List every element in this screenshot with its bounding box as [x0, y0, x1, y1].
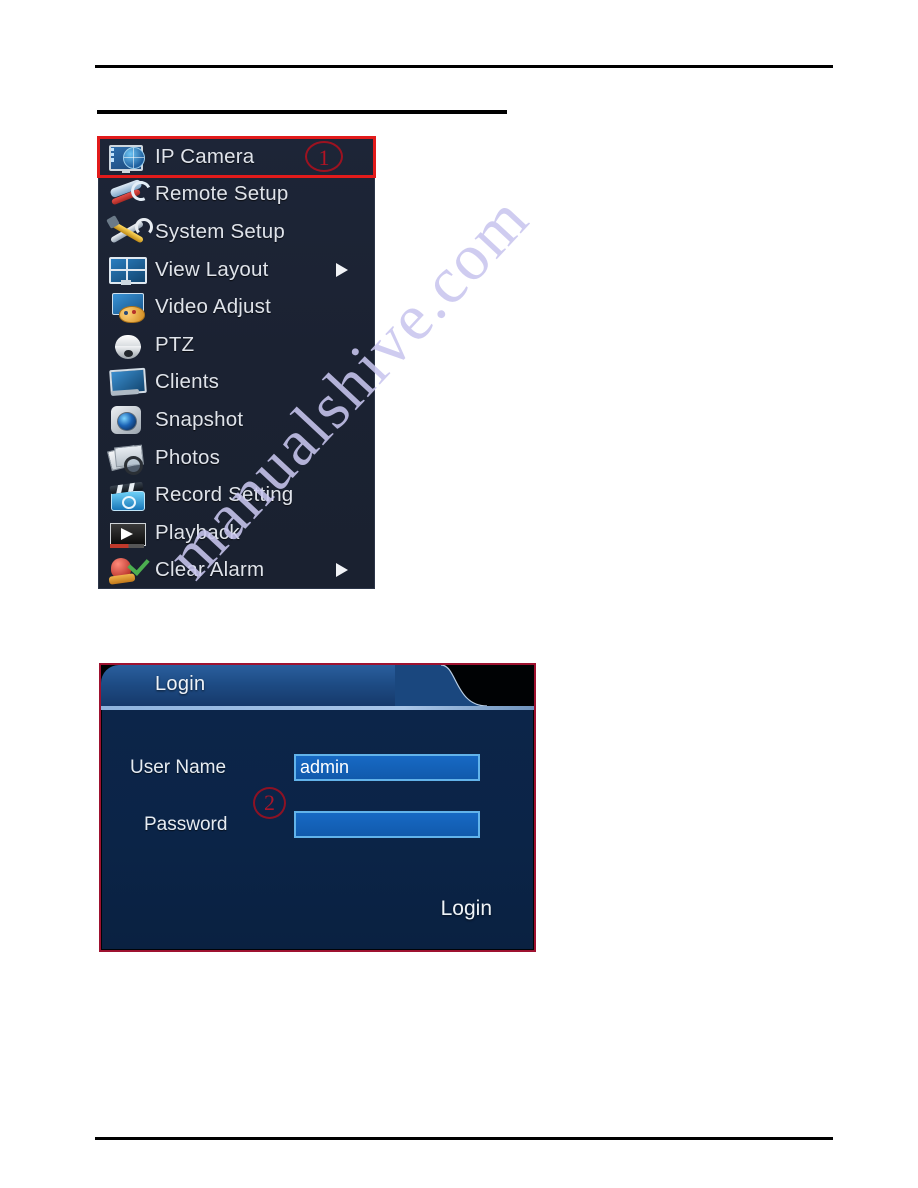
page-header-rule — [95, 65, 833, 68]
remote-setup-icon — [107, 178, 154, 210]
clients-icon — [107, 366, 149, 398]
menu-item-clear-alarm[interactable]: Clear Alarm — [99, 552, 374, 590]
menu-item-label: Photos — [155, 445, 221, 469]
password-label-row: Password — [144, 814, 227, 836]
username-label-row: User Name — [130, 757, 226, 779]
record-setting-icon — [107, 479, 149, 512]
menu-item-label: Clear Alarm — [155, 558, 265, 582]
menu-item-clients[interactable]: Clients — [99, 364, 374, 402]
clear-alarm-icon — [107, 553, 150, 586]
username-input[interactable] — [294, 754, 480, 781]
ptz-camera-icon — [107, 329, 149, 361]
main-context-menu[interactable]: IP Camera 1 Remote Setup System Setup Vi… — [97, 136, 376, 590]
menu-item-label: PTZ — [155, 332, 195, 356]
login-form: User Name Password Login — [102, 710, 533, 949]
video-adjust-icon — [107, 291, 149, 324]
password-label: Password — [144, 814, 228, 835]
view-layout-icon — [107, 254, 149, 286]
menu-item-label: Snapshot — [155, 407, 244, 431]
username-label: User Name — [130, 757, 227, 778]
menu-item-label: Record Setting — [155, 483, 294, 507]
login-dialog: Login User Name Password Login — [99, 663, 536, 952]
snapshot-icon — [107, 404, 149, 436]
annotation-badge-2: 2 — [253, 787, 286, 819]
menu-item-photos[interactable]: Photos — [99, 439, 374, 477]
ip-camera-icon — [107, 141, 149, 173]
page-footer-rule — [95, 1137, 833, 1140]
system-setup-icon — [106, 215, 153, 248]
menu-item-ptz[interactable]: PTZ — [99, 326, 374, 364]
menu-item-playback[interactable]: Playback — [99, 514, 374, 552]
login-tab-bar: Login — [101, 665, 534, 710]
photos-icon — [106, 442, 149, 475]
menu-item-snapshot[interactable]: Snapshot — [99, 401, 374, 439]
section-heading-rule — [97, 110, 507, 114]
menu-item-record-setting[interactable]: Record Setting — [99, 476, 374, 514]
menu-item-system-setup[interactable]: System Setup — [99, 213, 374, 251]
password-input[interactable] — [294, 811, 480, 838]
menu-item-video-adjust[interactable]: Video Adjust — [99, 288, 374, 326]
menu-item-label: View Layout — [155, 257, 269, 281]
menu-item-view-layout[interactable]: View Layout — [99, 251, 374, 289]
menu-item-ip-camera[interactable]: IP Camera 1 — [97, 136, 376, 178]
login-submit-button[interactable]: Login — [441, 897, 492, 921]
menu-item-label: IP Camera — [155, 144, 255, 168]
menu-item-label: Clients — [155, 370, 220, 394]
tab-login[interactable] — [101, 665, 441, 706]
login-tab-title: Login — [155, 673, 206, 695]
menu-item-label: Playback — [155, 520, 240, 544]
menu-item-remote-setup[interactable]: Remote Setup — [99, 176, 374, 214]
chevron-right-icon — [336, 262, 348, 277]
playback-icon — [107, 517, 149, 549]
annotation-badge-1: 1 — [305, 141, 343, 172]
menu-item-label: Remote Setup — [155, 182, 289, 206]
menu-item-label: Video Adjust — [155, 295, 272, 319]
chevron-right-icon — [336, 563, 348, 578]
menu-item-label: System Setup — [155, 219, 286, 243]
tab-curve-decoration — [395, 665, 495, 706]
